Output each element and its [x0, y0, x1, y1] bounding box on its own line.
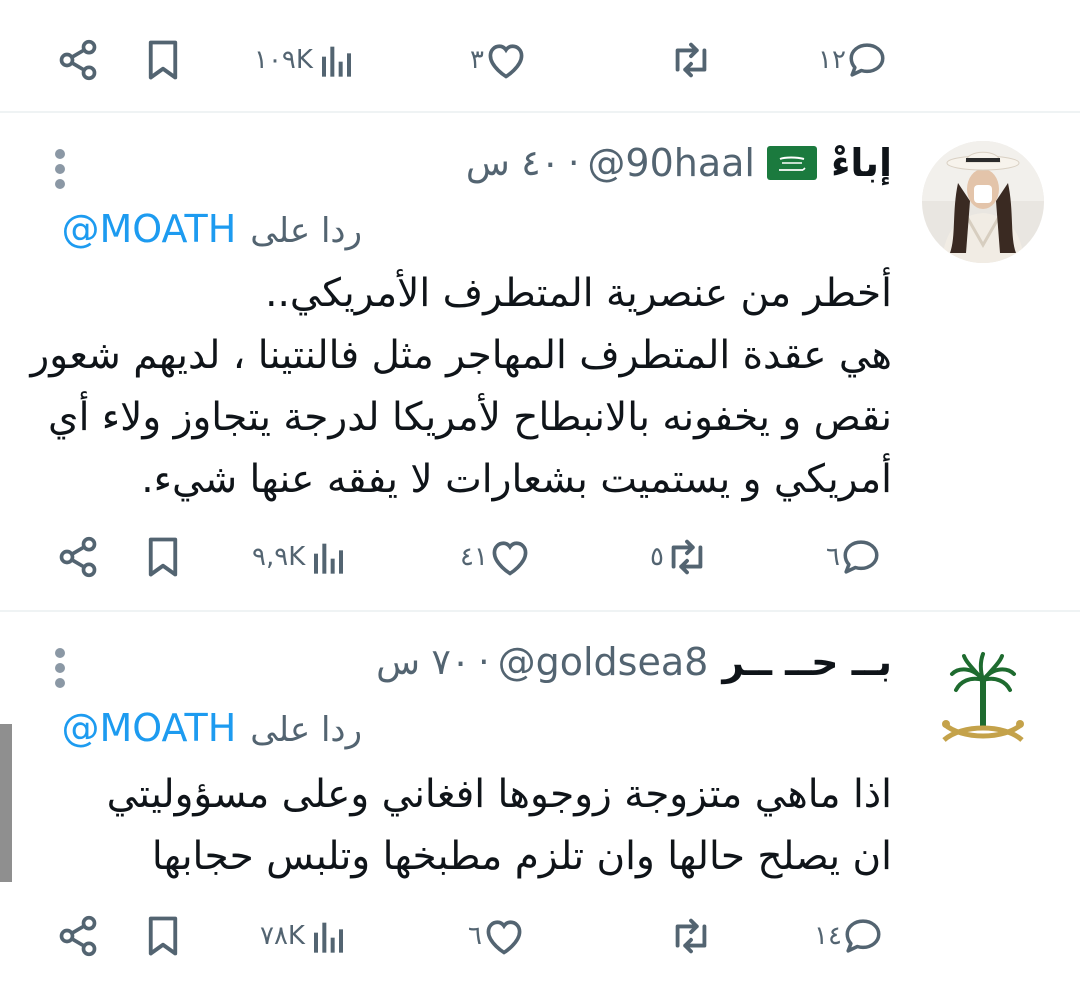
like-icon: [492, 541, 528, 576]
avatar[interactable]: [922, 141, 1044, 263]
views-count: ١٠٩K: [254, 45, 313, 75]
views-button[interactable]: ٩,٩K: [252, 527, 349, 587]
bookmark-icon: [148, 40, 178, 80]
share-button[interactable]: [56, 527, 100, 587]
tweet-header: ٧٠ س · @goldsea8 بــ حــ ــر: [376, 640, 892, 684]
share-icon: [59, 536, 97, 578]
share-button[interactable]: [56, 30, 100, 90]
bookmark-button[interactable]: [142, 30, 184, 90]
repost-icon: [671, 539, 703, 575]
reply-mention-link[interactable]: @MOATH: [61, 706, 236, 750]
reposts-count: ٥: [650, 542, 664, 572]
likes-count: ٦: [468, 921, 482, 951]
reply-button[interactable]: ٦: [826, 527, 882, 587]
like-icon: [486, 920, 522, 955]
tweet-time: ٧٠ س: [376, 641, 471, 683]
bookmark-icon: [148, 916, 178, 956]
repost-icon: [675, 918, 707, 954]
tweet-text-line: ان يصلح حالها وان تلزم مطبخها وتلبس حجاب…: [151, 834, 892, 879]
more-icon[interactable]: [52, 648, 68, 688]
repost-icon: [675, 42, 707, 78]
tweet-header: ٤٠ س · @90haal إباءْ: [466, 141, 892, 185]
tweet-text-line: اذا ماهي متزوجة زوجوها افغاني وعلى مسؤول…: [106, 772, 892, 817]
tweet-text-line: هي عقدة المتطرف المهاجر مثل فالنتينا ، ل…: [30, 333, 892, 378]
share-button[interactable]: [56, 906, 100, 966]
tweet-text: أخطر من عنصرية المتطرف الأمريكي.. هي عقد…: [30, 263, 892, 511]
like-button[interactable]: ٤١: [460, 527, 532, 587]
tweet-text-line: نقص و يخفونه بالانبطاح لأمريكا لدرجة يتج…: [48, 395, 892, 440]
flag-icon: [767, 146, 817, 180]
display-name[interactable]: إباءْ: [831, 141, 892, 185]
separator-dot: ·: [567, 142, 580, 184]
separator-dot: ·: [478, 641, 490, 683]
tweet-actions-bar: ١٠٩K ٣ ١٢: [0, 30, 1080, 90]
reply-icon: [849, 43, 885, 77]
repost-button[interactable]: [668, 30, 714, 90]
tweet-time: ٤٠ س: [465, 142, 560, 184]
tweet[interactable]: ٧٠ س · @goldsea8 بــ حــ ــر @MOATH ردا …: [0, 612, 1080, 981]
replies-count: ١٢: [818, 45, 846, 75]
likes-count: ٣: [470, 45, 484, 75]
repost-button[interactable]: ٥: [650, 527, 710, 587]
bookmark-icon: [148, 537, 178, 577]
share-icon: [59, 915, 97, 957]
share-icon: [59, 39, 97, 81]
replying-to-label: ردا على: [250, 710, 362, 750]
repost-button[interactable]: [668, 906, 714, 966]
scrollbar[interactable]: [0, 724, 12, 882]
replies-count: ٦: [826, 542, 840, 572]
likes-count: ٤١: [460, 542, 488, 572]
like-button[interactable]: ٦: [468, 906, 526, 966]
replying-to: @MOATH ردا على: [61, 706, 362, 750]
like-icon: [488, 44, 524, 79]
tweet-text: اذا ماهي متزوجة زوجوها افغاني وعلى مسؤول…: [107, 764, 892, 888]
avatar[interactable]: [922, 640, 1044, 762]
reply-button[interactable]: ١٢: [818, 30, 888, 90]
reply-mention-link[interactable]: @MOATH: [61, 207, 236, 251]
views-count: ٩,٩K: [252, 542, 306, 572]
reply-button[interactable]: ١٤: [814, 906, 884, 966]
tweet[interactable]: ٤٠ س · @90haal إباءْ @MOATH ردا على أخطر…: [0, 113, 1080, 610]
reply-icon: [845, 919, 881, 953]
replying-to: @MOATH ردا على: [61, 207, 362, 251]
views-button[interactable]: ٧٨K: [260, 906, 349, 966]
tweet-text-line: أخطر من عنصرية المتطرف الأمريكي..: [265, 271, 892, 316]
tweet-actions-bar: ٩,٩K ٤١ ٥ ٦: [0, 527, 1080, 587]
replies-count: ١٤: [814, 921, 842, 951]
more-icon[interactable]: [52, 149, 68, 189]
bookmark-button[interactable]: [142, 906, 184, 966]
bookmark-button[interactable]: [142, 527, 184, 587]
views-icon: [313, 922, 343, 953]
user-handle[interactable]: @90haal: [587, 141, 755, 185]
views-icon: [321, 46, 351, 77]
replying-to-label: ردا على: [250, 211, 362, 251]
display-name[interactable]: بــ حــ ــر: [722, 640, 892, 684]
user-handle[interactable]: @goldsea8: [498, 640, 709, 684]
tweet-actions-bar: ٧٨K ٦ ١٤: [0, 906, 1080, 966]
tweet-text-line: أمريكي و يستميت بشعارات لا يفقه عنها شيء…: [141, 457, 892, 502]
reply-icon: [843, 540, 879, 574]
like-button[interactable]: ٣: [470, 30, 528, 90]
views-count: ٧٨K: [260, 921, 305, 951]
views-icon: [314, 543, 344, 574]
views-button[interactable]: ١٠٩K: [254, 30, 357, 90]
